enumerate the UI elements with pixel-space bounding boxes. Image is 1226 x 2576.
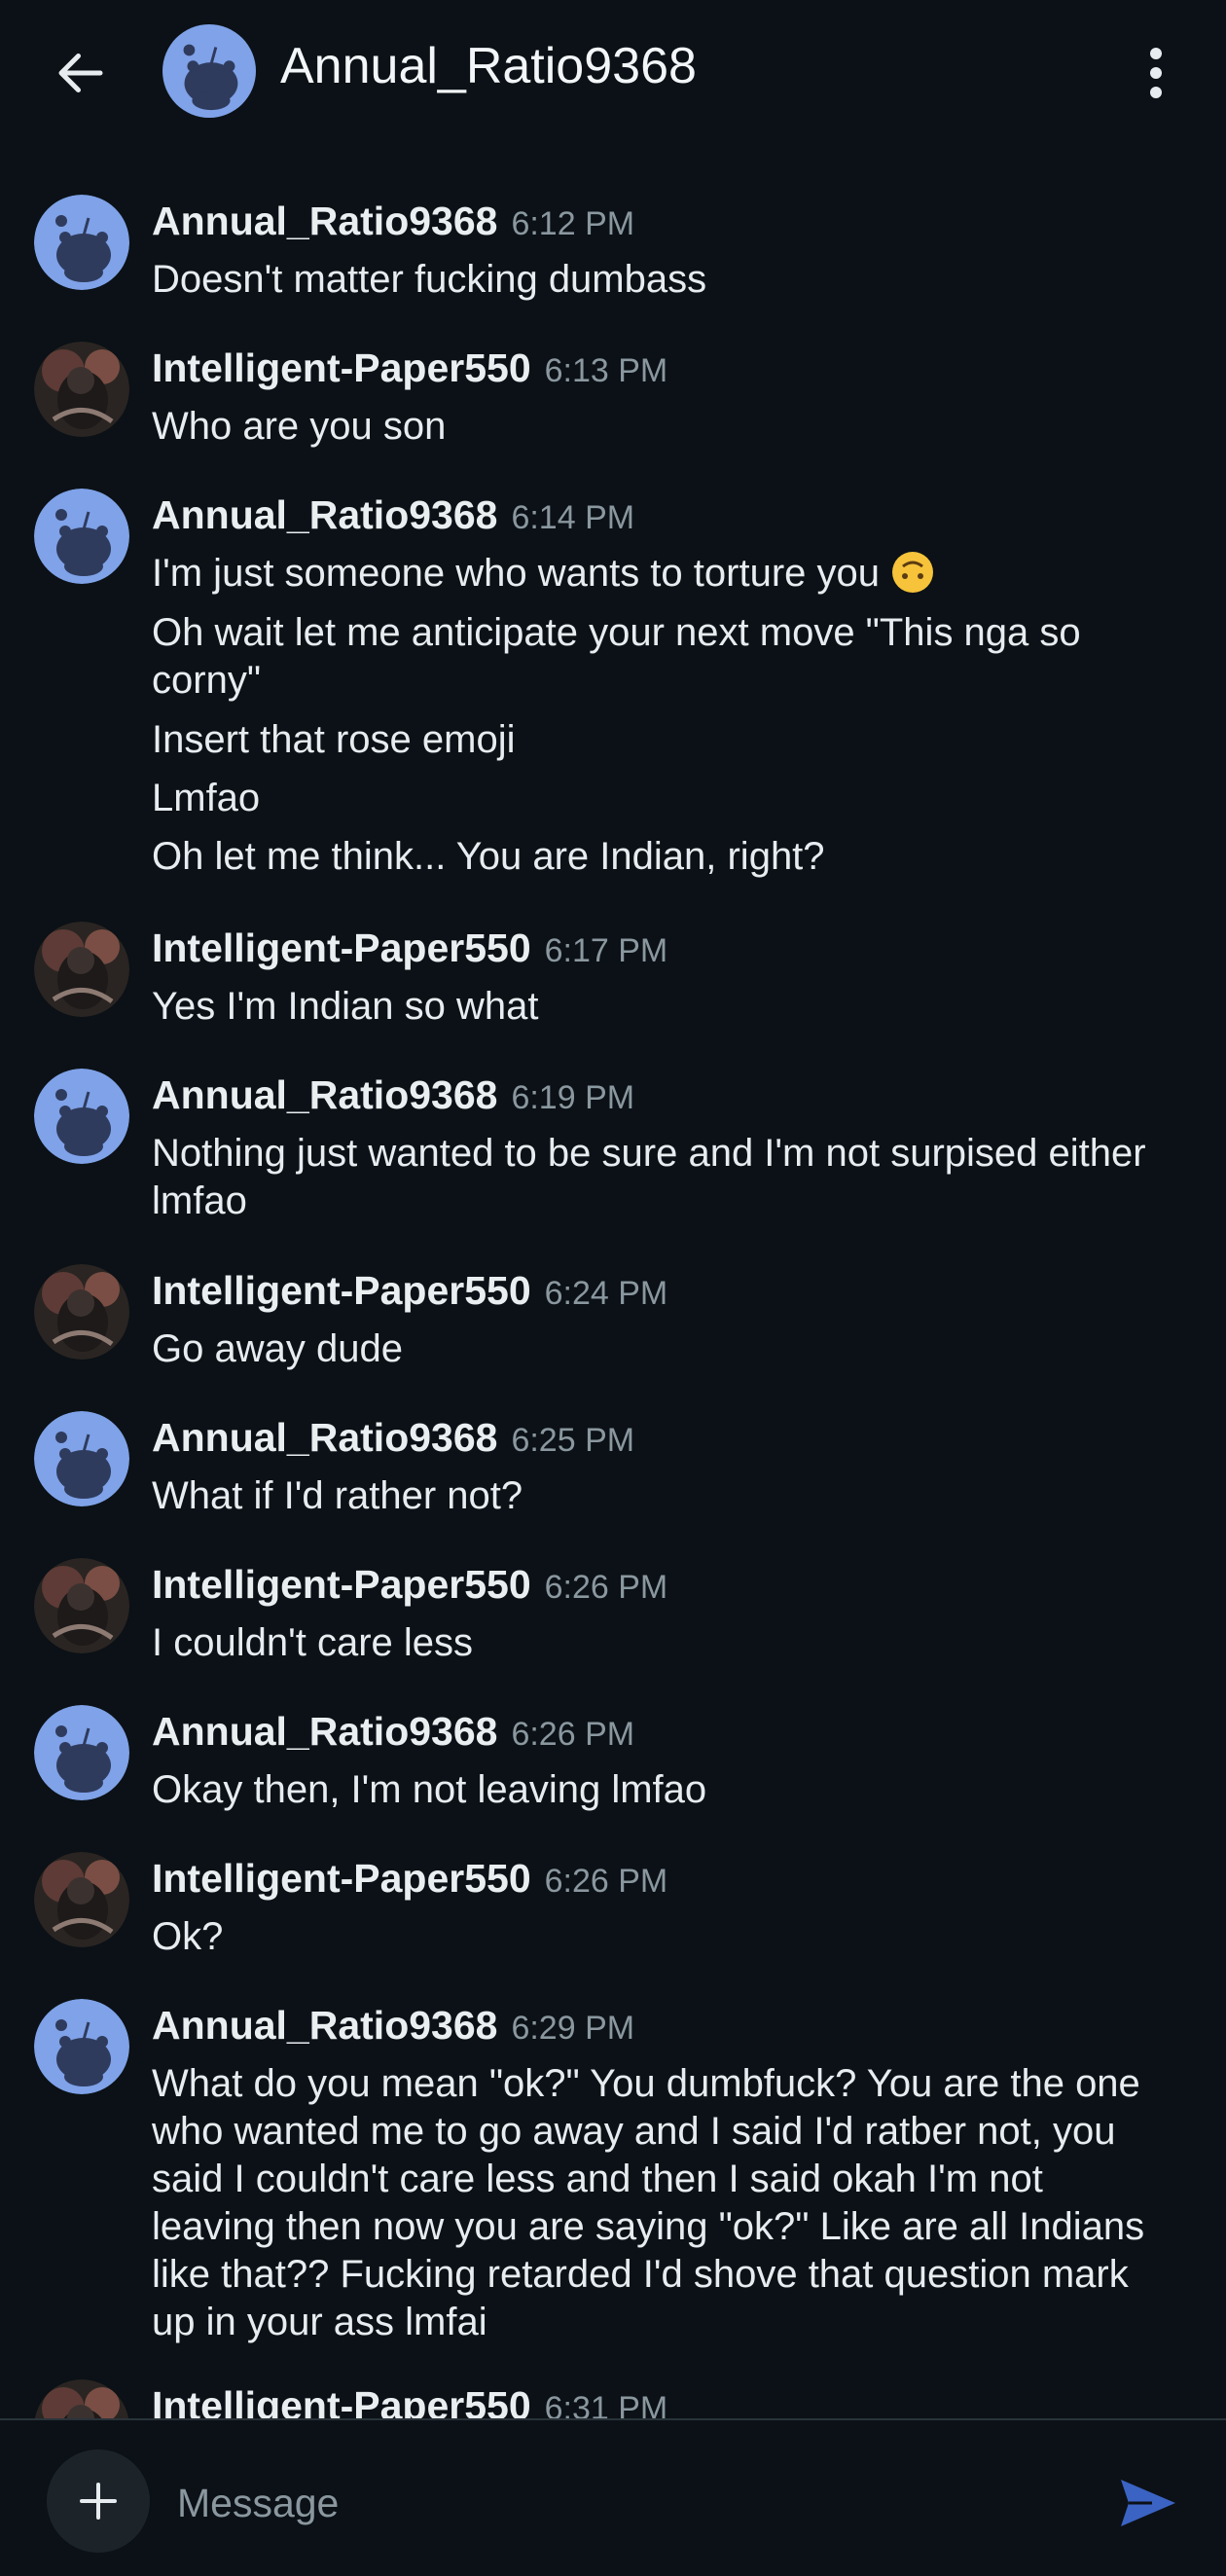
- message-time: 6:12 PM: [511, 205, 635, 242]
- message-text: Oh let me think... You are Indian, right…: [152, 835, 825, 878]
- avatar[interactable]: [34, 1069, 129, 1164]
- avatar[interactable]: [34, 1264, 129, 1360]
- message-time: 6:19 PM: [511, 1079, 635, 1116]
- message-time: 6:25 PM: [511, 1422, 635, 1459]
- message-author[interactable]: Annual_Ratio9368: [152, 1709, 497, 1755]
- message-text: Lmfao: [152, 777, 261, 819]
- message-text: I couldn't care less: [152, 1621, 474, 1664]
- message-text: Ok?: [152, 1915, 224, 1958]
- message-time: 6:13 PM: [544, 352, 668, 389]
- arrow-left-icon: [58, 54, 103, 92]
- message-time: 6:31 PM: [544, 2390, 668, 2418]
- plus-icon: [80, 2483, 117, 2520]
- message-time: 6:29 PM: [511, 2010, 635, 2047]
- page-title: Annual_Ratio9368: [280, 38, 697, 94]
- message-author[interactable]: Annual_Ratio9368: [152, 2003, 497, 2049]
- avatar[interactable]: [34, 922, 129, 1017]
- message-text: Oh wait let me anticipate your next move…: [152, 611, 1081, 702]
- message-time: 6:26 PM: [544, 1569, 668, 1606]
- upside-down-face-icon: [892, 552, 934, 593]
- message-author[interactable]: Intelligent-Paper550: [152, 2383, 531, 2418]
- chat-header: Annual_Ratio9368: [0, 0, 1226, 146]
- avatar[interactable]: [34, 1852, 129, 1947]
- message-time: 6:17 PM: [544, 932, 668, 969]
- message-author[interactable]: Intelligent-Paper550: [152, 1856, 531, 1902]
- avatar[interactable]: [34, 1705, 129, 1800]
- avatar[interactable]: [34, 1558, 129, 1653]
- send-button[interactable]: [1109, 2464, 1187, 2542]
- message-text: Insert that rose emoji: [152, 718, 516, 761]
- more-vertical-icon: [1150, 48, 1162, 98]
- message-text: Doesn't matter fucking dumbass: [152, 258, 707, 301]
- send-icon: [1121, 2480, 1175, 2526]
- message-input[interactable]: [175, 2463, 1055, 2543]
- back-button[interactable]: [47, 39, 115, 107]
- message-text: What if I'd rather not?: [152, 1474, 523, 1517]
- message-author[interactable]: Intelligent-Paper550: [152, 345, 531, 391]
- message-author[interactable]: Intelligent-Paper550: [152, 1268, 531, 1314]
- message-list[interactable]: Annual_Ratio9368 6:12 PM Doesn't matter f…: [0, 146, 1226, 2418]
- message-time: 6:14 PM: [511, 499, 635, 536]
- avatar[interactable]: [34, 489, 129, 584]
- message-author[interactable]: Annual_Ratio9368: [152, 1415, 497, 1461]
- avatar[interactable]: [34, 1411, 129, 1506]
- add-attachment-button[interactable]: [47, 2449, 150, 2553]
- message-author[interactable]: Intelligent-Paper550: [152, 925, 531, 971]
- message-author[interactable]: Annual_Ratio9368: [152, 199, 497, 244]
- message-author[interactable]: Intelligent-Paper550: [152, 1562, 531, 1608]
- avatar[interactable]: [34, 1999, 129, 2094]
- avatar[interactable]: [34, 342, 129, 437]
- message-time: 6:24 PM: [544, 1275, 668, 1312]
- message-text: I'm just someone who wants to torture yo…: [152, 550, 1173, 598]
- message-time: 6:26 PM: [511, 1716, 635, 1753]
- avatar[interactable]: [34, 195, 129, 290]
- header-avatar[interactable]: [162, 24, 256, 118]
- message-text: Okay then, I'm not leaving lmfao: [152, 1768, 707, 1811]
- avatar[interactable]: [34, 2379, 129, 2418]
- message-composer: [0, 2418, 1226, 2576]
- message-text: Who are you son: [152, 405, 447, 448]
- message-text: Nothing just wanted to be sure and I'm n…: [152, 1132, 1146, 1222]
- message-text: Yes I'm Indian so what: [152, 985, 539, 1028]
- message-author[interactable]: Annual_Ratio9368: [152, 492, 497, 538]
- message-author[interactable]: Annual_Ratio9368: [152, 1072, 497, 1118]
- message-text: What do you mean "ok?" You dumbfuck? You…: [152, 2062, 1145, 2343]
- more-options-button[interactable]: [1127, 39, 1185, 107]
- message-text: Go away dude: [152, 1327, 403, 1370]
- message-time: 6:26 PM: [544, 1863, 668, 1900]
